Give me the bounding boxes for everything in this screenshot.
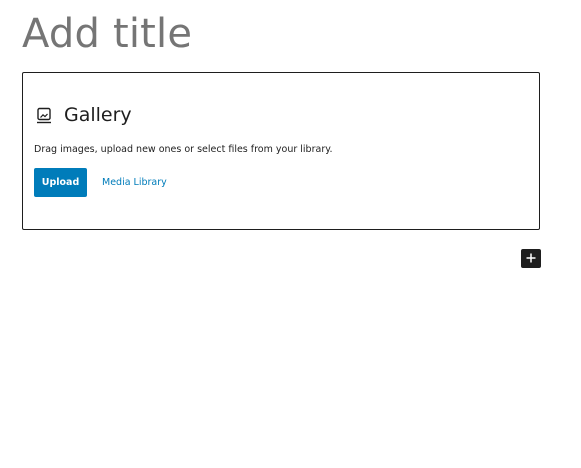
media-library-button[interactable]: Media Library [102, 168, 167, 197]
plus-icon [526, 250, 536, 268]
gallery-block-placeholder[interactable]: Gallery Drag images, upload new ones or … [22, 72, 540, 230]
gallery-block-title: Gallery [64, 104, 132, 126]
gallery-instructions: Drag images, upload new ones or select f… [34, 144, 333, 155]
gallery-icon [36, 106, 52, 124]
add-block-button[interactable] [521, 249, 541, 268]
post-title-placeholder[interactable]: Add title [22, 10, 192, 58]
upload-button[interactable]: Upload [34, 168, 87, 197]
gallery-block-label: Gallery [36, 103, 132, 127]
